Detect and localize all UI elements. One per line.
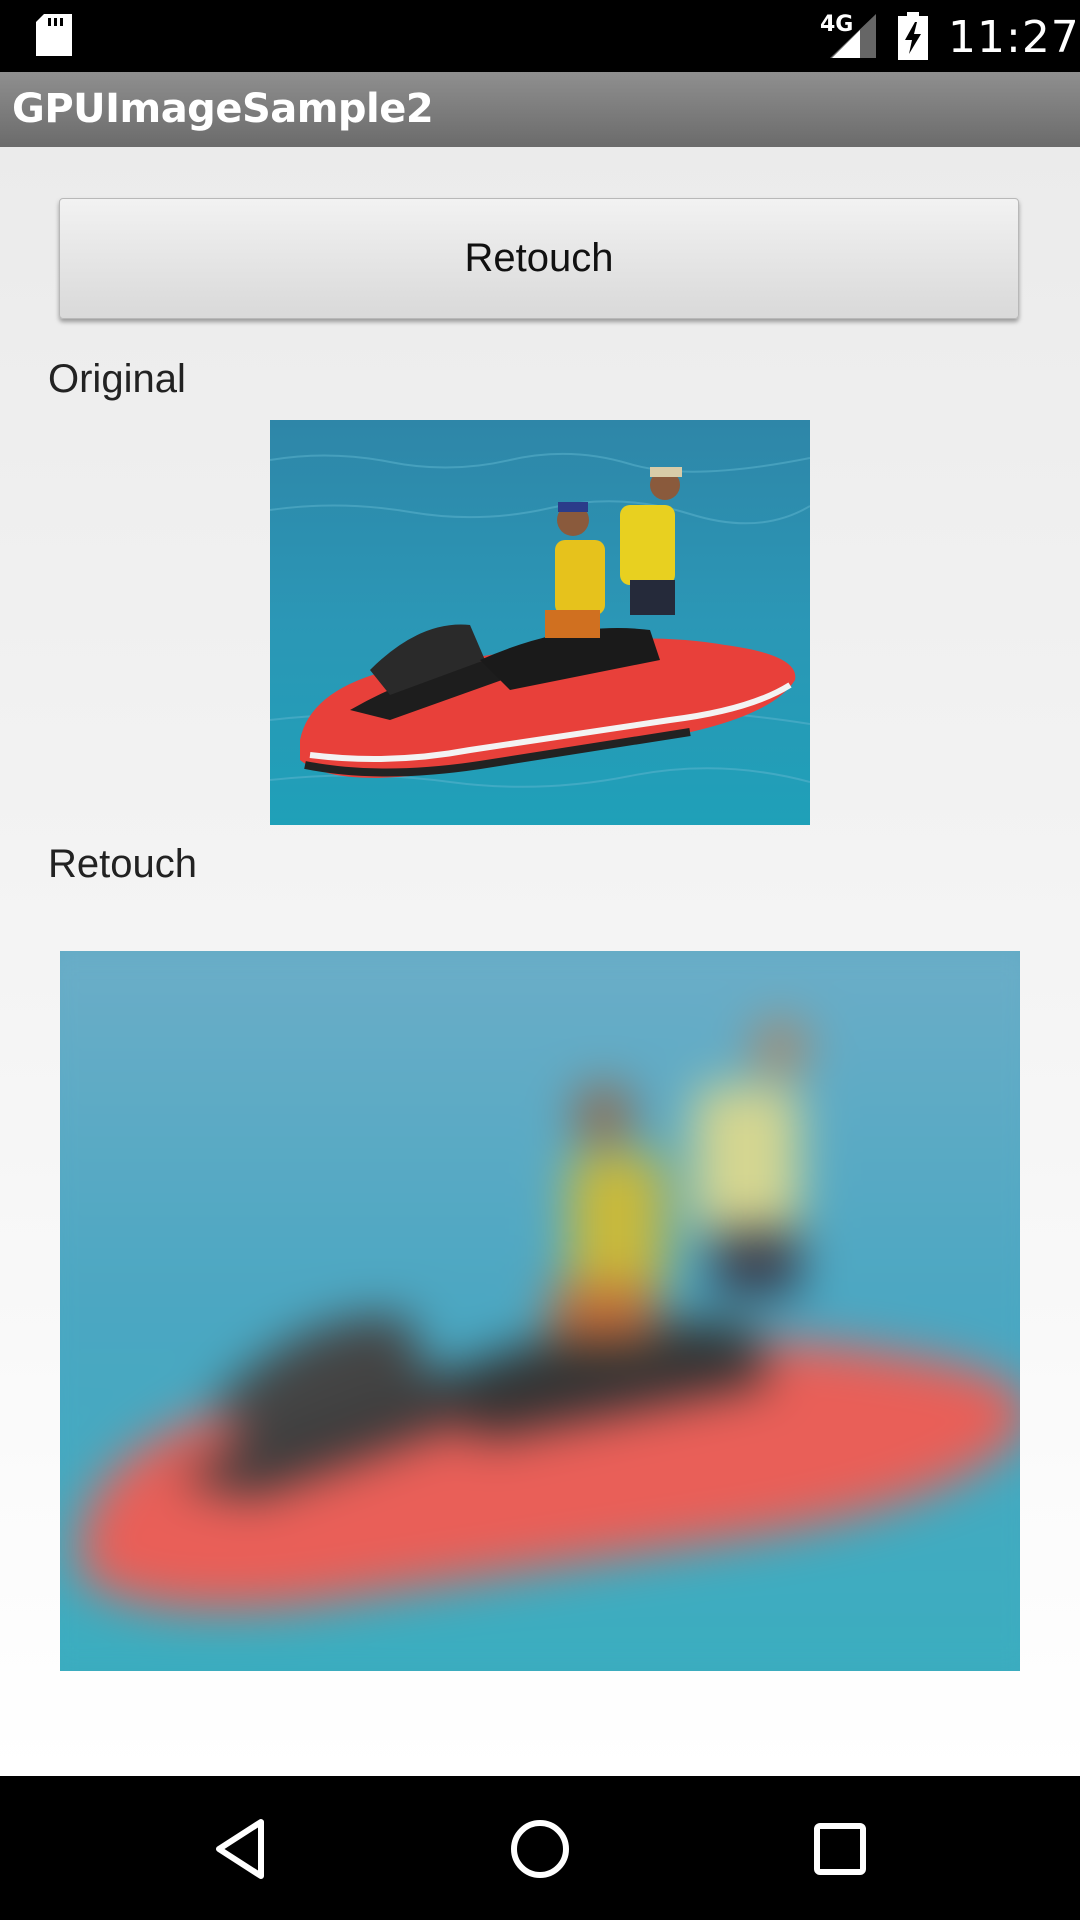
back-icon[interactable] xyxy=(205,1814,275,1884)
recents-icon[interactable] xyxy=(805,1814,875,1884)
original-image xyxy=(270,420,810,825)
sd-card-icon xyxy=(36,14,72,56)
retouch-label: Retouch xyxy=(48,842,197,886)
status-bar: 4G 11:27 xyxy=(0,0,1080,72)
app-bar: GPUImageSample2 xyxy=(0,72,1080,147)
retouched-image xyxy=(60,951,1020,1671)
retouch-button[interactable]: Retouch xyxy=(59,198,1019,319)
home-icon[interactable] xyxy=(505,1814,575,1884)
battery-charging-icon xyxy=(898,12,928,60)
content-area: Retouch Original Retouch xyxy=(0,147,1080,1776)
clock: 11:27 xyxy=(948,12,1080,63)
signal-icon xyxy=(830,14,876,58)
navigation-bar xyxy=(0,1776,1080,1920)
original-label: Original xyxy=(48,357,186,401)
app-title: GPUImageSample2 xyxy=(12,86,434,132)
